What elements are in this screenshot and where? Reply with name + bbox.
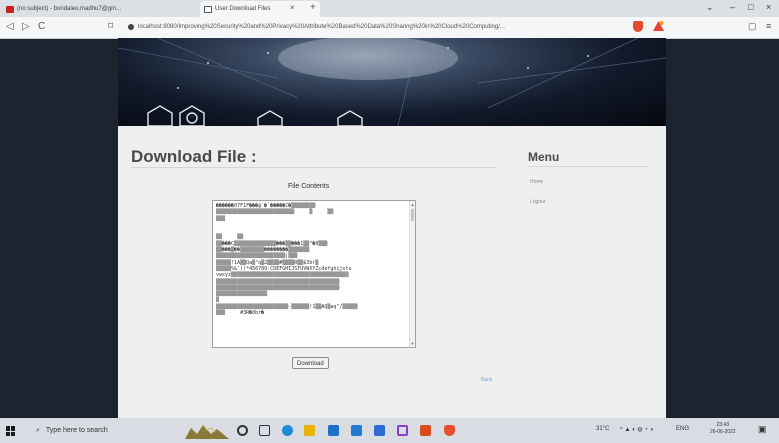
- content-panel: Download File : Menu Home Logout File Co…: [118, 126, 666, 418]
- gmail-icon: [6, 5, 14, 13]
- scroll-down-icon[interactable]: ▼: [410, 341, 415, 346]
- browser-tab-strip: (no subject) - bondaleo.madhu7@gm... Use…: [0, 0, 779, 17]
- close-tab-icon[interactable]: ×: [290, 3, 295, 12]
- menu-title: Menu: [528, 150, 560, 164]
- header-banner-image: [118, 38, 666, 126]
- reload-icon[interactable]: C: [38, 21, 45, 32]
- tray-icons[interactable]: ^ ▲ ◐ ◍ ◔ ◑: [620, 426, 653, 433]
- brave-rewards-icon[interactable]: [653, 21, 664, 31]
- weather-widget-icon[interactable]: [185, 422, 229, 439]
- app-icon[interactable]: [374, 425, 385, 436]
- language-indicator[interactable]: ENG: [676, 426, 689, 432]
- textarea-scrollbar[interactable]: ▲ ▼: [409, 201, 415, 347]
- back-link[interactable]: Back: [481, 377, 492, 383]
- taskbar-clock[interactable]: 23:43 26-06-2022: [710, 422, 736, 436]
- forward-icon[interactable]: ▷: [22, 21, 30, 32]
- menu-icon[interactable]: ≡: [766, 21, 771, 31]
- title-divider: [131, 167, 497, 168]
- file-explorer-icon[interactable]: [304, 425, 315, 436]
- chevron-down-icon[interactable]: ⌄: [706, 2, 714, 13]
- scroll-up-icon[interactable]: ▲: [410, 202, 415, 207]
- cortana-icon[interactable]: [237, 425, 248, 436]
- tab-gmail[interactable]: (no subject) - bondaleo.madhu7@gm...: [6, 1, 196, 17]
- notifications-icon[interactable]: ▣: [758, 424, 767, 435]
- file-contents-label: File Contents: [288, 183, 330, 190]
- store-icon[interactable]: [328, 425, 339, 436]
- mail-icon[interactable]: [351, 425, 362, 436]
- menu-divider: [528, 166, 648, 167]
- search-placeholder: Type here to search: [45, 427, 108, 434]
- menu-item-logout[interactable]: Logout: [530, 199, 545, 205]
- bookmark-icon[interactable]: ⌑: [108, 21, 113, 32]
- minimize-button[interactable]: –: [730, 2, 735, 12]
- sidebar-icon[interactable]: ▢: [748, 21, 757, 32]
- brave-browser-icon[interactable]: [444, 425, 455, 436]
- site-info-icon[interactable]: [128, 24, 134, 30]
- app-icon-red[interactable]: [420, 425, 431, 436]
- task-view-icon[interactable]: [259, 425, 270, 436]
- windows-taskbar: ⌕ Type here to search 31°C ^ ▲ ◐ ◍ ◔ ◑ E…: [0, 418, 779, 443]
- brave-shields-icon[interactable]: [633, 21, 643, 32]
- clock-date: 26-06-2022: [710, 429, 736, 435]
- menu-item-home[interactable]: Home: [530, 179, 543, 185]
- windows-start-icon[interactable]: [6, 426, 16, 436]
- scroll-thumb[interactable]: [411, 209, 414, 221]
- navigation-bar: ◁ ▷ C ⌑ localhost:8080/Improving%20Secur…: [0, 17, 779, 39]
- address-bar[interactable]: localhost:8080/Improving%20Security%20an…: [128, 20, 628, 34]
- back-icon[interactable]: ◁: [6, 21, 14, 32]
- url-text: localhost:8080/Improving%20Security%20an…: [138, 24, 505, 30]
- new-tab-button[interactable]: +: [310, 2, 316, 13]
- page-icon: [204, 5, 212, 13]
- clock-time: 23:43: [716, 422, 730, 428]
- tab-label: User Download Files: [215, 6, 271, 12]
- download-button[interactable]: Download: [292, 357, 329, 369]
- app-icon-purple[interactable]: [397, 425, 408, 436]
- maximize-button[interactable]: □: [748, 2, 753, 12]
- edge-icon[interactable]: [282, 425, 293, 436]
- close-window-button[interactable]: ×: [766, 2, 771, 12]
- taskbar-search-input[interactable]: ⌕ Type here to search: [36, 423, 156, 438]
- file-contents-textarea[interactable]: ������07F1F���@`�`�����C�▒▒▒▒▒▒▒▒ ▒▒▒▒▒▒…: [212, 200, 416, 348]
- page-title: Download File :: [131, 147, 257, 166]
- file-contents-text: ������07F1F���@`�`�����C�▒▒▒▒▒▒▒▒ ▒▒▒▒▒▒…: [216, 203, 358, 317]
- tab-user-download-files[interactable]: User Download Files: [200, 1, 320, 17]
- search-icon: ⌕: [36, 426, 40, 434]
- tab-label: (no subject) - bondaleo.madhu7@gm...: [17, 6, 122, 12]
- weather-temperature[interactable]: 31°C: [596, 426, 609, 432]
